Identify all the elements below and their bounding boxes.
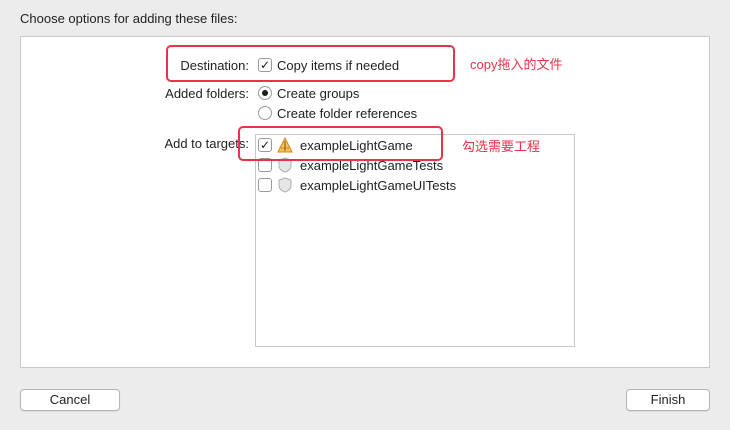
annotation-copy-note: copy拖入的文件 (470, 57, 563, 72)
radio-selected-dot (262, 90, 268, 96)
create-groups-radio[interactable] (258, 86, 272, 100)
test-bundle-icon (278, 177, 292, 193)
target-name-uitests: exampleLightGameUITests (300, 178, 457, 193)
added-folders-label: Added folders: (165, 86, 249, 101)
annotation-box-destination (166, 45, 455, 82)
finish-button[interactable]: Finish (626, 389, 710, 411)
dialog-title: Choose options for adding these files: (20, 11, 238, 26)
create-groups-label[interactable]: Create groups (277, 86, 359, 101)
annotation-box-targets (238, 126, 443, 161)
create-folder-references-radio[interactable] (258, 106, 272, 120)
cancel-button[interactable]: Cancel (20, 389, 120, 411)
add-to-targets-label: Add to targets: (164, 136, 249, 151)
target-checkbox-uitests[interactable] (258, 178, 272, 192)
create-folder-references-label[interactable]: Create folder references (277, 106, 417, 121)
annotation-target-note: 勾选需要工程 (462, 139, 541, 154)
